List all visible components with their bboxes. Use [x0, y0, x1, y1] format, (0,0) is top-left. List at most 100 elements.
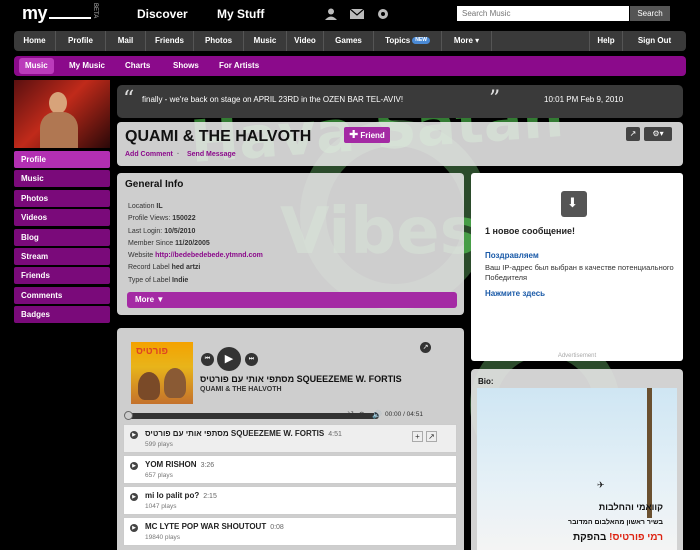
add-track-icon[interactable]: +: [412, 431, 423, 442]
share-icon[interactable]: ↗: [626, 127, 640, 141]
sidebar-item-profile[interactable]: Profile: [14, 151, 110, 168]
progress-bar[interactable]: [124, 411, 379, 420]
sidebar-item-comments[interactable]: Comments: [14, 286, 110, 304]
bio-poster-line-1: קוואמי והחלבות: [598, 502, 663, 512]
subnav-music[interactable]: Music: [19, 58, 54, 74]
expand-icon[interactable]: ↗: [420, 342, 431, 353]
sidebar-item-music[interactable]: Music: [14, 170, 110, 188]
info-row-profile-views: Profile Views: 150022: [128, 215, 196, 223]
bio-poster-line-2: בשיר ראשון מהאלבום המדובר: [568, 519, 663, 526]
track-play-icon[interactable]: ▶: [130, 524, 138, 532]
subnav-shows[interactable]: Shows: [173, 56, 199, 76]
sidebar-item-friends[interactable]: Friends: [14, 267, 110, 285]
sidebar-item-photos[interactable]: Photos: [14, 189, 110, 207]
track-duration: 3:26: [200, 462, 215, 469]
nav-more[interactable]: More ▾: [442, 31, 492, 51]
status-message: finally - we're back on stage on APRIL 2…: [142, 95, 404, 104]
search-button[interactable]: Search: [630, 6, 670, 21]
site-logo[interactable]: my: [22, 3, 92, 24]
nav-discover[interactable]: Discover: [137, 7, 188, 21]
avatar-body: [40, 112, 78, 148]
bio-title: Bio:: [478, 377, 494, 386]
beta-label: BETA: [92, 3, 98, 19]
plus-icon: ✚: [349, 129, 359, 141]
track-row[interactable]: ▶ מסתפי אותי עם פורטיס SQUEEZEME W. FORT…: [123, 424, 457, 453]
track-play-icon[interactable]: ▶: [130, 431, 138, 439]
nav-photos[interactable]: Photos: [194, 31, 244, 51]
sidebar-item-stream[interactable]: Stream: [14, 247, 110, 265]
music-player: פורטיס ⏮ ▶ ⏭ ↗ מסתפי אותי עם פורטיס SQUE…: [117, 328, 464, 550]
track-duration: 0:08: [270, 524, 284, 531]
top-bar: my BETA Discover My Stuff Search: [0, 0, 700, 28]
sub-nav: Music My Music Charts Shows For Artists: [14, 56, 686, 76]
shuffle-icon[interactable]: ⤨: [347, 410, 353, 420]
nav-topics[interactable]: Topics NEW: [374, 31, 442, 51]
search-input[interactable]: [457, 6, 629, 21]
ad-link-congrats[interactable]: Поздравляем: [485, 251, 539, 260]
track-row[interactable]: ▶ YOM RISHON 3:26 657 plays: [123, 455, 457, 484]
track-title: MC LYTE POP WAR SHOUTOUT: [145, 522, 267, 531]
sidebar-item-videos[interactable]: Videos: [14, 209, 110, 227]
profile-sidebar: Profile Music Photos Videos Blog Stream …: [14, 151, 110, 326]
track-title: mi lo palit po?: [145, 491, 200, 500]
ad-label: Advertisement: [557, 353, 597, 359]
avatar-head: [49, 92, 67, 114]
repeat-icon[interactable]: ⟳: [359, 410, 366, 419]
send-message-link[interactable]: Send Message: [187, 151, 236, 158]
cover-face-left: [138, 372, 160, 400]
sidebar-item-badges[interactable]: Badges: [14, 306, 110, 324]
nav-friends[interactable]: Friends: [146, 31, 194, 51]
track-title: מסתפי אותי עם פורטיס SQUEEZEME W. FORTIS: [145, 429, 325, 438]
info-row-label-type: Type of Label Indie: [128, 276, 189, 284]
subnav-charts[interactable]: Charts: [125, 56, 150, 76]
website-link[interactable]: http://bedebedebede.ytmnd.com: [155, 252, 263, 259]
user-icon[interactable]: [324, 8, 338, 20]
gear-icon[interactable]: [376, 8, 390, 20]
open-quote-icon: “: [123, 87, 135, 112]
link-separator: ·: [177, 151, 180, 158]
mail-icon[interactable]: [350, 8, 364, 20]
share-track-icon[interactable]: ↗: [426, 431, 437, 442]
nav-profile[interactable]: Profile: [56, 31, 106, 51]
add-friend-button[interactable]: ✚ Friend: [344, 127, 390, 143]
nav-video[interactable]: Video: [287, 31, 324, 51]
track-row[interactable]: ▶ mi lo palit po? 2:15 1047 plays: [123, 486, 457, 515]
nav-my-stuff[interactable]: My Stuff: [217, 7, 264, 21]
next-icon[interactable]: ⏭: [245, 353, 258, 366]
bio-panel: Bio: ✈ קוואמי והחלבות בשיר ראשון מהאלבום…: [471, 369, 683, 550]
advertisement-panel[interactable]: 1 новое сообщение! Поздравляем Ваш IP-ад…: [471, 173, 683, 361]
download-icon: [561, 191, 587, 217]
nav-help[interactable]: Help: [589, 31, 623, 51]
poster-pole: [647, 388, 652, 518]
track-list: ▶ מסתפי אותי עם פורטיס SQUEEZEME W. FORT…: [123, 424, 457, 548]
profile-avatar[interactable]: [14, 80, 110, 148]
more-info-button[interactable]: More ▼: [127, 292, 457, 308]
general-info-rows: Location IL Profile Views: 150022 Last L…: [128, 203, 263, 289]
bird-icon: ✈: [597, 480, 605, 490]
nav-music[interactable]: Music: [244, 31, 287, 51]
main-nav: Home Profile Mail Friends Photos Music V…: [14, 31, 686, 51]
nav-sign-out[interactable]: Sign Out: [623, 31, 686, 51]
previous-icon[interactable]: ⏮: [201, 353, 214, 366]
play-button[interactable]: ▶: [217, 347, 241, 371]
nav-mail[interactable]: Mail: [106, 31, 146, 51]
subnav-my-music[interactable]: My Music: [69, 56, 105, 76]
sidebar-item-blog[interactable]: Blog: [14, 228, 110, 246]
volume-icon[interactable]: 🔊: [372, 410, 382, 419]
track-play-icon[interactable]: ▶: [130, 462, 138, 470]
track-play-icon[interactable]: ▶: [130, 493, 138, 501]
profile-name: QUAMI & THE HALVOTH: [125, 128, 312, 145]
info-row-last-login: Last Login: 10/5/2010: [128, 227, 196, 235]
profile-header: QUAMI & THE HALVOTH ✚ Friend Add Comment …: [117, 122, 683, 166]
nav-games[interactable]: Games: [324, 31, 374, 51]
settings-dropdown-icon[interactable]: ⚙▾: [644, 127, 672, 141]
ad-link-click-here[interactable]: Нажмите здесь: [485, 289, 545, 298]
nav-home[interactable]: Home: [14, 31, 56, 51]
info-row-website: Website http://bedebedebede.ytmnd.com: [128, 252, 263, 260]
add-comment-link[interactable]: Add Comment: [125, 151, 173, 158]
subnav-for-artists[interactable]: For Artists: [219, 56, 259, 76]
track-row[interactable]: ▶ MC LYTE POP WAR SHOUTOUT 0:08 19840 pla…: [123, 517, 457, 546]
now-playing-title: מסתפי אותי עם פורטיס SQUEEZEME W. FORTIS: [200, 374, 402, 384]
track-duration: 4:51: [328, 431, 342, 438]
progress-knob[interactable]: [124, 411, 133, 420]
